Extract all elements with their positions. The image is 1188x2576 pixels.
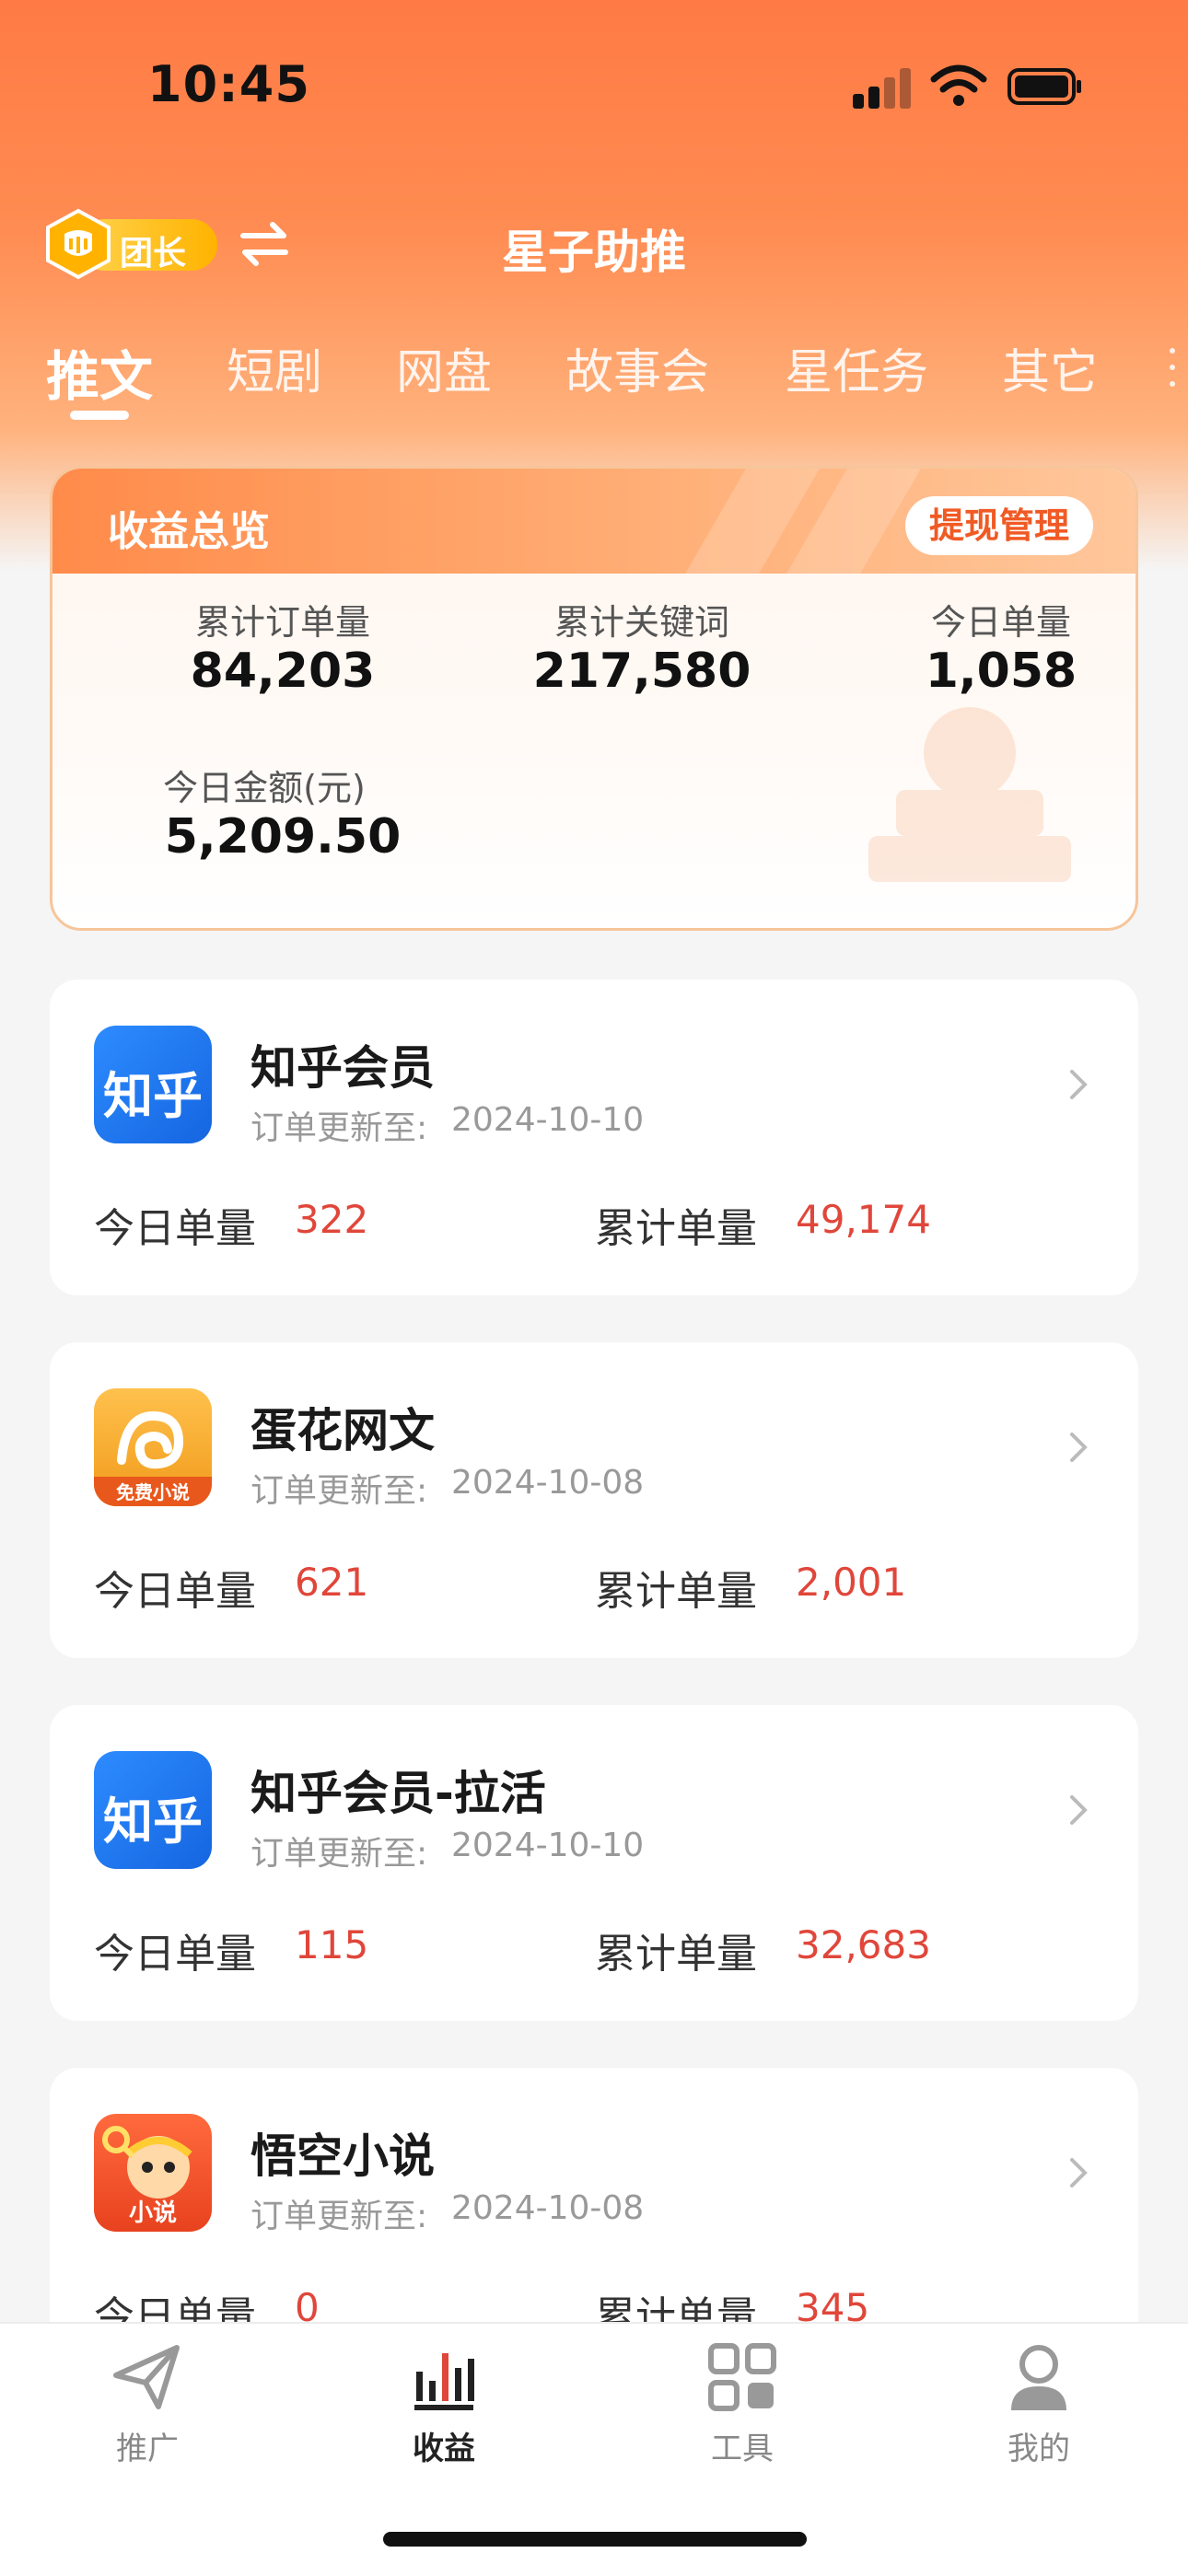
tab-xingrenwu[interactable]: 星任务: [785, 333, 928, 402]
nav-item-earnings[interactable]: 收益: [352, 2340, 536, 2478]
tab-gushihui[interactable]: 故事会: [565, 333, 709, 402]
product-name: 知乎会员: [250, 1041, 435, 1095]
danhua-icon: 免费小说: [94, 1388, 212, 1506]
wukong-logo-icon: 小说: [102, 2126, 192, 2227]
battery-icon: [1007, 68, 1081, 105]
stat-label-total-orders: 累计订单量: [194, 602, 370, 643]
total-orders-value: 2,001: [796, 1560, 907, 1605]
category-tabs: 推文 短剧 网盘 故事会 星任务 其它: [0, 333, 1188, 416]
nav-label: 收益: [413, 2431, 475, 2467]
nav-label: 推广: [116, 2431, 179, 2467]
nav-label: 我的: [1007, 2431, 1070, 2467]
nav-label: 工具: [711, 2431, 774, 2467]
status-time: 10:45: [147, 55, 310, 113]
chevron-right-icon: [1070, 1070, 1088, 1099]
total-orders-value: 32,683: [796, 1922, 931, 1967]
overview-header: 收益总览 提现管理: [52, 469, 1136, 574]
paper-plane-icon: [113, 2345, 180, 2409]
today-orders-label: 今日单量: [94, 1205, 256, 1252]
stat-value-today-orders: 1,058: [925, 644, 1077, 699]
danhua-logo-icon: 免费小说: [94, 1410, 212, 1506]
stat-label-today-orders: 今日单量: [930, 602, 1071, 643]
grid-icon: [708, 2343, 776, 2411]
overview-title: 收益总览: [108, 508, 270, 555]
zhihu-icon: 知乎: [94, 1026, 212, 1143]
product-card-zhihu[interactable]: 知乎 知乎会员 订单更新至: 2024-10-10 今日单量 322 累计单量 …: [50, 980, 1138, 1295]
updated-date: 2024-10-10: [451, 1827, 645, 1864]
product-card-zhihu-lahuo[interactable]: 知乎 知乎会员-拉活 订单更新至: 2024-10-10 今日单量 115 累计…: [50, 1705, 1138, 2021]
stat-label-today-amount: 今日金额(元): [163, 768, 366, 808]
today-orders-label: 今日单量: [94, 1568, 256, 1615]
updated-date: 2024-10-08: [451, 2189, 645, 2227]
product-name: 悟空小说: [250, 2129, 435, 2183]
date-label: 订单更新至:: [250, 2198, 428, 2235]
svg-text:免费小说: 免费小说: [116, 1481, 190, 1503]
bar-chart-icon: [414, 2353, 474, 2410]
total-orders-label: 累计单量: [595, 1568, 757, 1615]
product-name: 蛋花网文: [250, 1404, 435, 1457]
page-title: 星子助推: [502, 226, 686, 279]
total-orders-label: 累计单量: [595, 1205, 757, 1252]
tab-qita[interactable]: 其它: [1002, 333, 1098, 402]
svg-text:小说: 小说: [129, 2199, 177, 2227]
active-tab-indicator: [70, 411, 129, 420]
stat-value-total-orders: 84,203: [190, 644, 376, 699]
signal-icon: [853, 66, 912, 109]
stat-value-today-amount: 5,209.50: [164, 809, 402, 864]
total-orders-value: 49,174: [796, 1197, 931, 1242]
tab-wangpan[interactable]: 网盘: [396, 333, 492, 402]
wifi-icon: [930, 64, 987, 106]
today-orders-value: 115: [295, 1922, 369, 1967]
stat-value-total-keywords: 217,580: [532, 644, 751, 699]
home-indicator[interactable]: [383, 2532, 807, 2547]
tab-duanju[interactable]: 短剧: [227, 333, 322, 402]
today-orders-label: 今日单量: [94, 1931, 256, 1978]
chevron-right-icon: [1070, 2158, 1088, 2187]
wukong-icon: 小说: [94, 2114, 212, 2232]
nav-item-promote[interactable]: 推广: [55, 2340, 239, 2478]
today-orders-value: 322: [295, 1197, 369, 1242]
user-icon: [1011, 2345, 1066, 2410]
more-tabs-icon[interactable]: [1170, 348, 1177, 403]
total-orders-label: 累计单量: [595, 1931, 757, 1978]
today-orders-value: 621: [295, 1560, 369, 1605]
withdraw-management-button[interactable]: 提现管理: [904, 496, 1093, 555]
nav-item-me[interactable]: 我的: [947, 2340, 1131, 2478]
updated-date: 2024-10-08: [451, 1464, 645, 1502]
zhihu-icon: 知乎: [94, 1751, 212, 1869]
stat-label-total-keywords: 累计关键词: [553, 602, 729, 643]
tab-tuiwen[interactable]: 推文: [46, 333, 153, 411]
chevron-right-icon: [1070, 1795, 1088, 1825]
earnings-overview-card: 收益总览 提现管理 累计订单量 84,203 累计关键词 217,580 今日单…: [50, 466, 1138, 931]
date-label: 订单更新至:: [250, 1109, 428, 1147]
nav-item-tools[interactable]: 工具: [650, 2340, 834, 2478]
product-name: 知乎会员-拉活: [250, 1767, 546, 1820]
updated-date: 2024-10-10: [451, 1101, 645, 1139]
date-label: 订单更新至:: [250, 1835, 428, 1873]
coin-decoration-icon: [868, 707, 1071, 882]
product-card-danhua[interactable]: 免费小说 蛋花网文 订单更新至: 2024-10-08 今日单量 621 累计单…: [50, 1342, 1138, 1658]
chevron-right-icon: [1070, 1433, 1088, 1462]
date-label: 订单更新至:: [250, 1472, 428, 1510]
